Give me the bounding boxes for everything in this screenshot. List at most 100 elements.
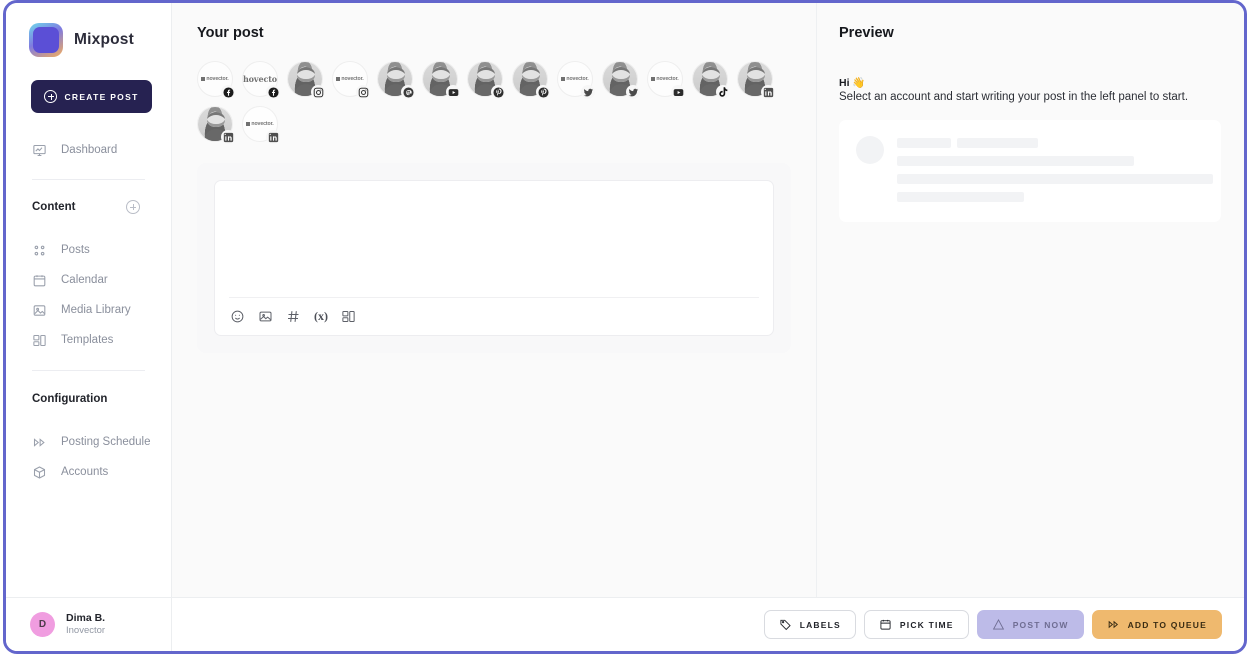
add-to-queue-label: ADD TO QUEUE [1127,619,1207,630]
account-avatar-linkedin[interactable] [197,106,235,144]
account-avatar-pinterest[interactable] [467,61,505,99]
labels-label: LABELS [799,619,841,630]
post-editor: (x) [214,180,774,336]
skeleton-bar [897,138,951,148]
hashtag-icon[interactable] [286,309,301,324]
calendar-icon [879,618,892,631]
tiktok-icon [716,85,730,99]
sidebar-section-content: Content [6,196,171,218]
app-window: Mixpost CREATE POST Dashboard Content Po… [3,0,1247,654]
editor-container: (x) [197,163,791,353]
instagram-icon [356,85,370,99]
user-profile[interactable]: D Dima B. Inovector [6,597,171,651]
user-name: Dima B. [66,612,106,624]
avatar: D [30,612,55,637]
sidebar-item-label: Posts [61,244,90,256]
sidebar-item-label: Templates [61,334,114,346]
preview-greeting: Hi 👋 [839,77,866,89]
plus-circle-icon [44,90,58,103]
account-avatar-facebook[interactable]: hovecto [242,61,280,99]
account-avatar-pinterest[interactable] [512,61,550,99]
posting-schedule-icon [32,435,47,450]
brand[interactable]: Mixpost [6,3,171,57]
skeleton-bar [957,138,1038,148]
account-avatar-twitter[interactable] [602,61,640,99]
skeleton-bar [897,192,1024,202]
youtube-icon [671,85,685,99]
post-panel: Your post novector. hovecto novector. novec… [172,3,817,597]
sidebar-section-configuration: Configuration [6,388,171,410]
variable-icon[interactable]: (x) [314,309,328,324]
account-avatar-linkedin[interactable] [737,61,775,99]
pick-time-button[interactable]: PICK TIME [863,610,969,639]
account-avatar-tiktok[interactable] [692,61,730,99]
preview-title: Preview [839,25,894,41]
account-avatar-facebook[interactable]: novector. [197,61,235,99]
sidebar: Mixpost CREATE POST Dashboard Content Po… [6,3,172,651]
media-library-icon [32,303,47,318]
skeleton-bar [897,156,1134,166]
section-title: Content [32,201,76,213]
sidebar-item-media-library[interactable]: Media Library [6,295,171,325]
preview-skeleton [839,120,1221,222]
posts-icon [32,243,47,258]
twitter-icon [581,85,595,99]
section-title: Configuration [32,393,108,405]
preview-panel: Preview Hi 👋 Select an account and start… [817,3,1244,597]
sidebar-item-label: Dashboard [61,144,118,156]
account-avatar-youtube[interactable]: novector. [647,61,685,99]
sidebar-item-templates[interactable]: Templates [6,325,171,355]
sidebar-item-label: Media Library [61,304,131,316]
pick-time-label: PICK TIME [899,619,954,630]
sidebar-item-posts[interactable]: Posts [6,235,171,265]
skeleton-avatar [856,136,884,164]
sidebar-item-dashboard[interactable]: Dashboard [6,135,171,165]
pinterest-icon [491,85,505,99]
account-selector: novector. hovecto novector. novector. novect… [197,61,787,144]
account-avatar-youtube[interactable] [422,61,460,99]
action-bar: LABELS PICK TIME POST NOW ADD TO QUEUE [172,597,1244,651]
page-title: Your post [197,25,264,41]
sidebar-item-posting-schedule[interactable]: Posting Schedule [6,427,171,457]
accounts-icon [32,465,47,480]
linkedin-icon [221,130,235,144]
user-organization: Inovector [66,625,106,637]
mastodon-icon [401,85,415,99]
youtube-icon [446,85,460,99]
add-to-queue-button[interactable]: ADD TO QUEUE [1091,610,1222,639]
sidebar-item-label: Calendar [61,274,108,286]
linkedin-icon [761,85,775,99]
labels-button[interactable]: LABELS [763,610,856,639]
pinterest-icon [536,85,550,99]
editor-toolbar: (x) [215,298,773,335]
send-icon [992,618,1005,631]
post-text-input[interactable] [215,181,773,297]
account-avatar-instagram[interactable]: novector. [332,61,370,99]
plus-circle-icon[interactable] [126,200,140,214]
account-avatar-mastodon[interactable] [377,61,415,99]
sidebar-item-accounts[interactable]: Accounts [6,457,171,487]
sidebar-item-label: Accounts [61,466,109,478]
linkedin-icon [266,130,280,144]
preview-message: Select an account and start writing your… [839,91,1189,103]
instagram-icon [311,85,325,99]
mixpost-logo-icon [29,23,63,57]
calendar-icon [32,273,47,288]
emoji-icon[interactable] [230,309,245,324]
create-post-button[interactable]: CREATE POST [31,80,152,113]
content-body: Your post novector. hovecto novector. novec… [172,3,1244,597]
post-now-button[interactable]: POST NOW [976,610,1084,639]
account-avatar-linkedin[interactable]: novector. [242,106,280,144]
dashboard-icon [32,143,47,158]
main-area: Your post novector. hovecto novector. novec… [172,3,1244,651]
facebook-icon [221,85,235,99]
queue-icon [1107,618,1120,631]
account-avatar-twitter[interactable]: novector. [557,61,595,99]
tag-icon [779,618,792,631]
sidebar-item-calendar[interactable]: Calendar [6,265,171,295]
image-icon[interactable] [258,309,273,324]
template-icon[interactable] [341,309,356,324]
facebook-icon [266,85,280,99]
account-avatar-instagram[interactable] [287,61,325,99]
create-post-label: CREATE POST [64,91,139,102]
